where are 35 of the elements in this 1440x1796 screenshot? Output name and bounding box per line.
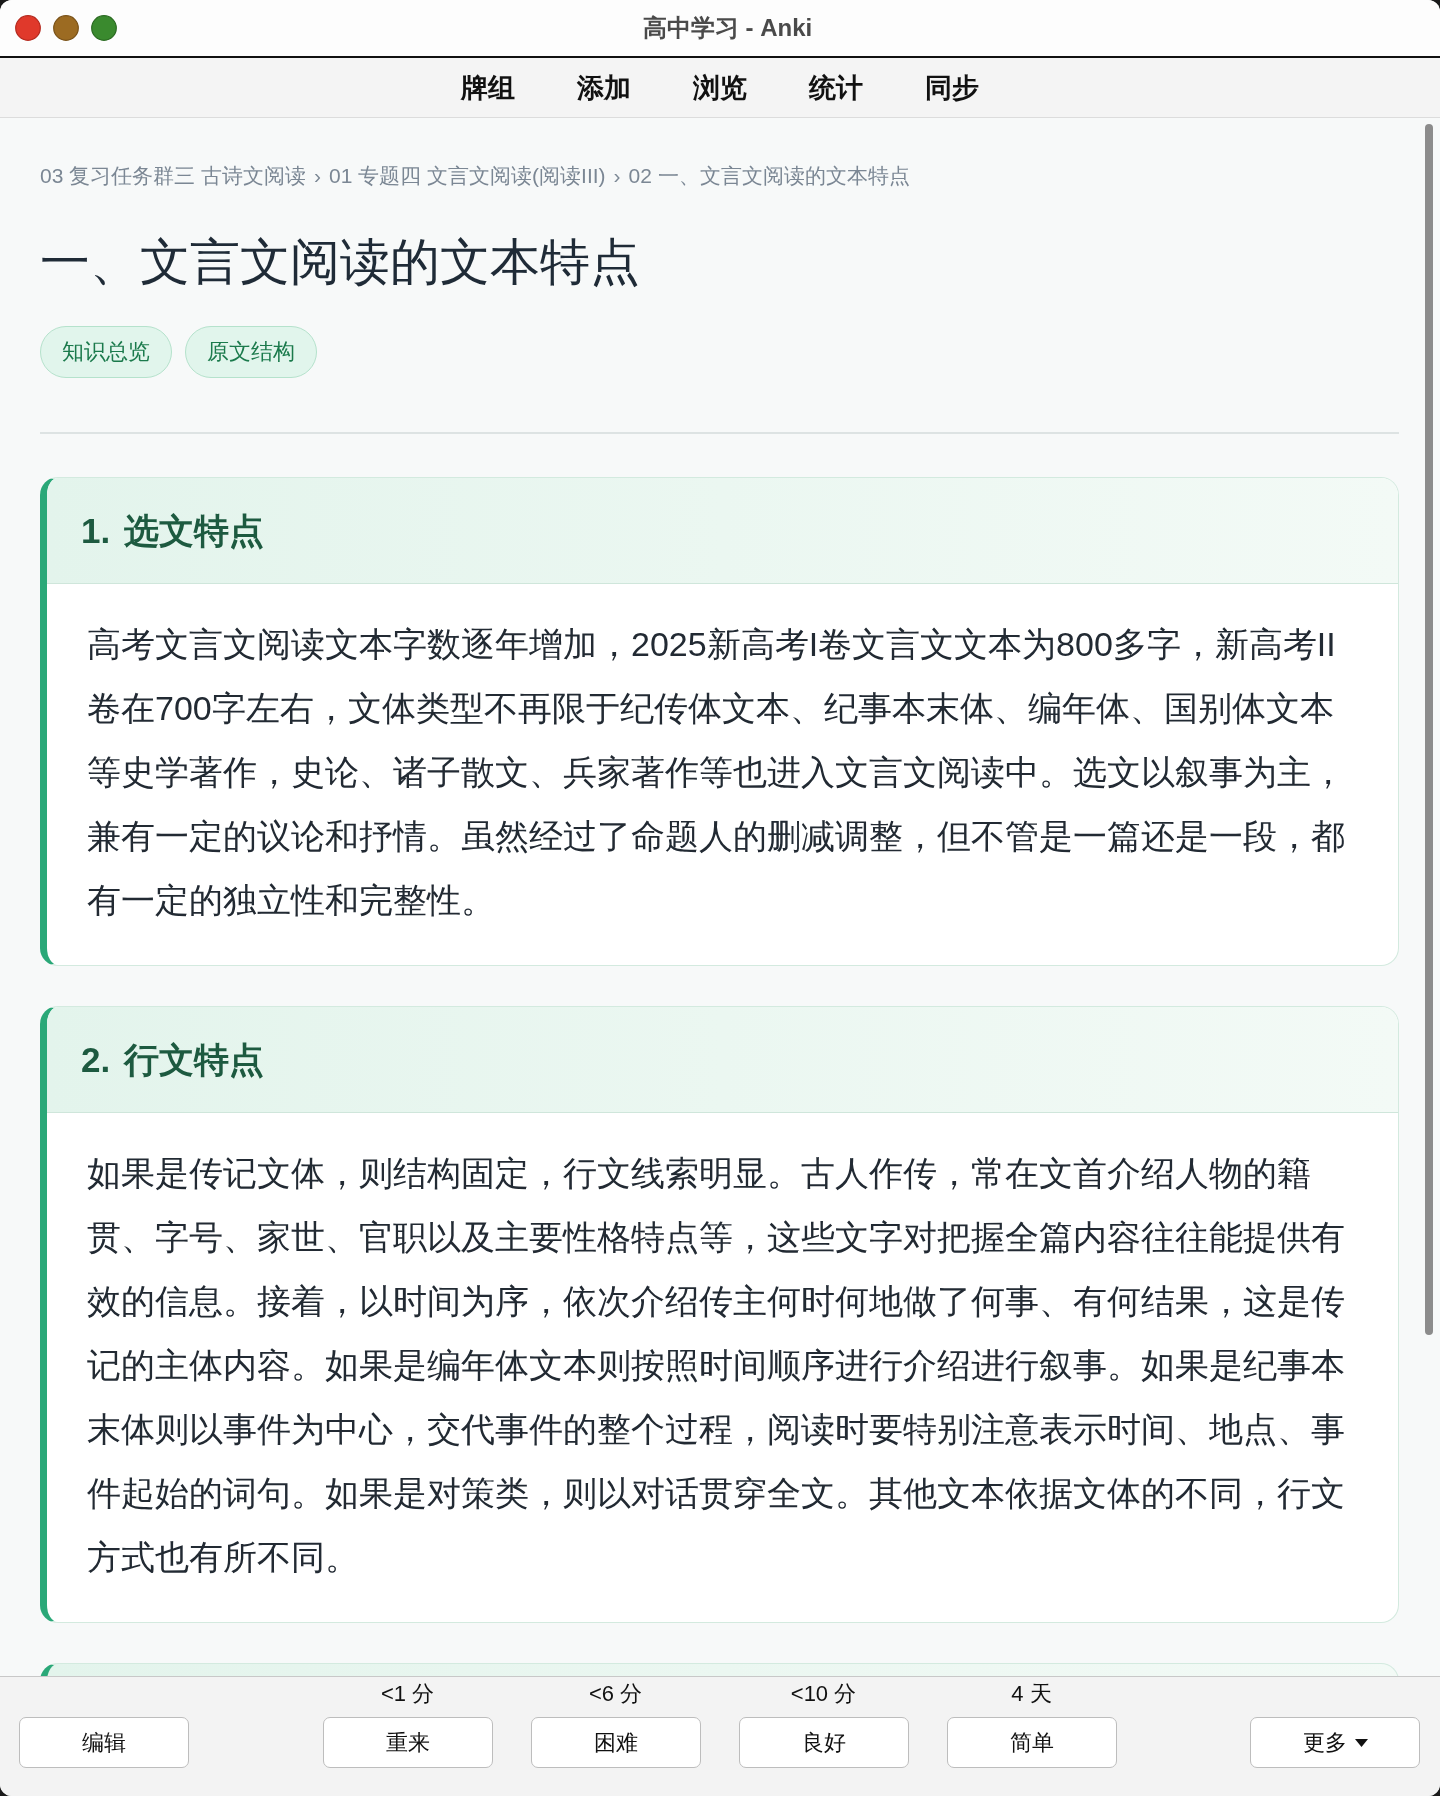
answer-button[interactable]: 简单 [946,1717,1117,1768]
answer-interval: <6 分 [588,1680,643,1708]
answer-interval: <1 分 [380,1680,435,1708]
window-minimize-icon[interactable] [53,15,79,41]
toolbar-item[interactable]: 同步 [894,67,1010,108]
window-zoom-icon[interactable] [91,15,117,41]
breadcrumb-text: 01 专题四 文言文阅读(阅读III) [329,163,606,189]
caret-down-icon [1354,1738,1368,1747]
page-title: 一、文言文阅读的文本特点 [40,233,641,292]
section-title: 行文特点 [124,1038,265,1081]
answer-button[interactable]: 困难 [530,1717,701,1768]
section-text: 高考文言文阅读文本字数逐年增加，2025新高考I卷文言文文本为800多字，新高考II卷在700字左右，文体类型不再限于纪传体文本、纪事本末体、编年体、国别体文本等史学著作，史论、诸子散文、兵家著作等也进入文言文阅读中。选文以叙事为主，兼有一定的议论和抒情。虽然经过了命题人的删减调整，但不管是一篇还是一段，都有一定的独立性和完整性。 [87,624,1346,921]
breadcrumb-separator: › [314,163,322,189]
toolbar-item[interactable]: 浏览 [662,67,778,108]
edit-button[interactable]: 编辑 [19,1717,189,1768]
section-number: 1. [81,509,111,552]
answer-button[interactable]: 重来 [322,1717,493,1768]
window-close-icon[interactable] [15,15,41,41]
answer-interval: <10 分 [790,1680,857,1708]
breadcrumb-text: 02 一、文言文阅读的文本特点 [628,163,910,189]
more-button[interactable]: 更多 [1250,1717,1420,1768]
toolbar-item[interactable]: 统计 [778,67,894,108]
section-title: 选文特点 [124,509,265,552]
breadcrumb-separator: › [613,163,621,189]
answer-button[interactable]: 良好 [738,1717,909,1768]
tag: 知识总览 [40,326,172,378]
breadcrumb-text: 03 复习任务群三 古诗文阅读 [40,163,307,189]
section-text: 如果是传记文体，则结构固定，行文线索明显。古人作传，常在文首介绍人物的籍贯、字号、家世、官职以及主要性格特点等，这些文字对把握全篇内容往往能提供有效的信息。接着，以时间为序，依次介绍传主何时何地做了何事、有何结果，这是传记的主体内容。如果是编年体文本则按照时间顺序进行介绍进行叙事。如果是纪事本末体则以事件为中心，交代事件的整个过程，阅读时要特别注意表示时间、地点、事件起始的词句。如果是对策类，则以对话贯穿全文。其他文本依据文体的不同，行文方式也有所不同。 [87,1153,1346,1578]
scrollbar-thumb[interactable] [1425,124,1433,1335]
tag: 原文结构 [185,326,317,378]
window-title: 高中学习 - Anki [642,13,813,43]
toolbar-item[interactable]: 牌组 [430,67,546,108]
answer-interval: 4 天 [1011,1680,1052,1708]
toolbar-item[interactable]: 添加 [546,67,662,108]
section-number: 2. [81,1038,111,1081]
